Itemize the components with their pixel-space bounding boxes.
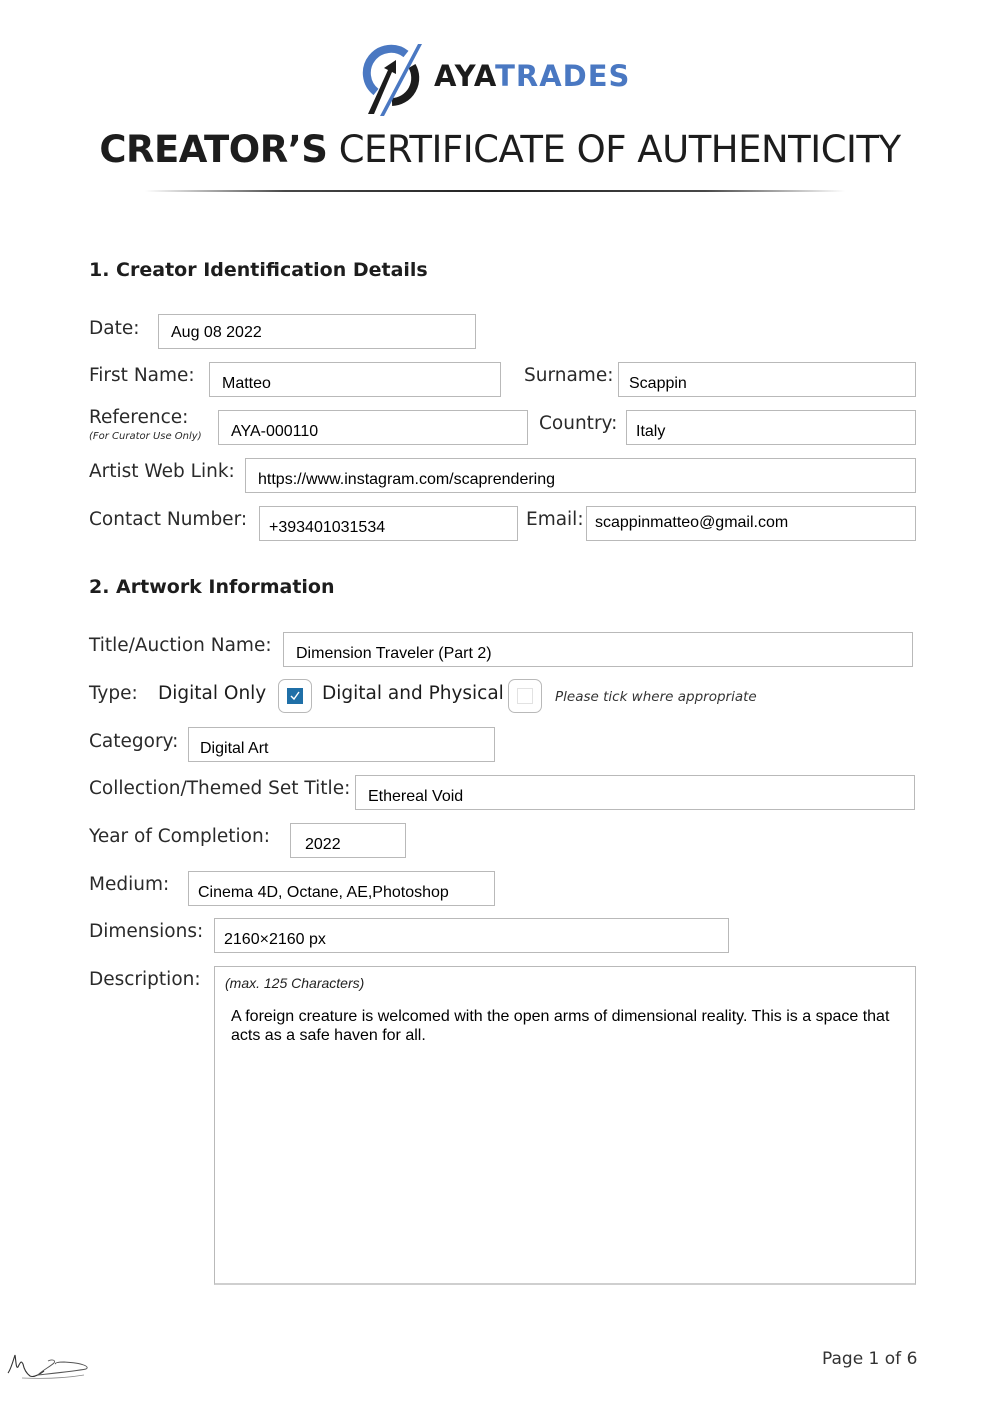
aya-trades-logo-icon bbox=[362, 44, 422, 116]
checkmark-icon bbox=[290, 691, 300, 701]
surname-value: Scappin bbox=[629, 375, 687, 392]
category-field[interactable]: Digital Art bbox=[188, 727, 495, 762]
reference-label: Reference: bbox=[89, 407, 189, 428]
document-title: CREATOR’S CERTIFICATE OF AUTHENTICITY bbox=[0, 128, 1000, 171]
country-label: Country: bbox=[539, 413, 618, 434]
year-value: 2022 bbox=[305, 836, 341, 853]
first-name-field[interactable]: Matteo bbox=[209, 362, 501, 397]
contact-number-field[interactable]: +393401031534 bbox=[259, 506, 518, 541]
date-field[interactable]: Aug 08 2022 bbox=[158, 314, 476, 349]
type-option-digital-physical-label: Digital and Physical bbox=[322, 683, 504, 704]
brand-name-part2: TRADES bbox=[495, 59, 631, 93]
digital-only-checkbox[interactable] bbox=[278, 679, 312, 713]
title-light: CERTIFICATE OF AUTHENTICITY bbox=[338, 128, 901, 171]
brand-wordmark: AYATRADES bbox=[434, 59, 630, 93]
year-label: Year of Completion: bbox=[89, 826, 270, 847]
web-link-value: https://www.instagram.com/scaprendering bbox=[258, 471, 556, 488]
date-label: Date: bbox=[89, 318, 140, 339]
title-auction-label: Title/Auction Name: bbox=[89, 635, 272, 656]
reference-field[interactable]: AYA-000110 bbox=[218, 410, 528, 445]
web-link-label: Artist Web Link: bbox=[89, 461, 235, 482]
email-value: scappinmatteo@gmail.com bbox=[595, 514, 789, 531]
title-auction-field[interactable]: Dimension Traveler (Part 2) bbox=[283, 632, 913, 667]
collection-field[interactable]: Ethereal Void bbox=[355, 775, 915, 810]
contact-number-value: +393401031534 bbox=[269, 519, 386, 536]
description-textarea[interactable]: (max. 125 Characters) A foreign creature… bbox=[214, 966, 916, 1285]
medium-field[interactable]: Cinema 4D, Octane, AE,Photoshop bbox=[188, 871, 495, 906]
web-link-field[interactable]: https://www.instagram.com/scaprendering bbox=[245, 458, 916, 493]
description-label: Description: bbox=[89, 969, 201, 990]
type-option-digital-only-label: Digital Only bbox=[158, 683, 267, 704]
surname-field[interactable]: Scappin bbox=[618, 362, 916, 397]
page-number: Page 1 of 6 bbox=[822, 1349, 918, 1369]
title-divider bbox=[145, 190, 845, 192]
type-label: Type: bbox=[89, 683, 138, 704]
category-value: Digital Art bbox=[200, 740, 269, 757]
country-value: Italy bbox=[636, 423, 666, 440]
section-heading-creator-identification: 1. Creator Identification Details bbox=[89, 259, 428, 281]
checkbox-checked-fill bbox=[287, 688, 303, 704]
brand-name-part1: AYA bbox=[434, 59, 496, 93]
country-field[interactable]: Italy bbox=[626, 410, 916, 445]
description-hint: (max. 125 Characters) bbox=[225, 975, 365, 991]
medium-value: Cinema 4D, Octane, AE,Photoshop bbox=[198, 884, 449, 901]
description-value: A foreign creature is welcomed with the … bbox=[231, 1008, 890, 1044]
category-label: Category: bbox=[89, 731, 179, 752]
title-bold: CREATOR’S bbox=[99, 128, 328, 171]
brand-logo: AYATRADES bbox=[362, 40, 642, 116]
collection-value: Ethereal Void bbox=[368, 788, 464, 805]
dimensions-value: 2160×2160 px bbox=[224, 931, 326, 948]
digital-physical-checkbox[interactable] bbox=[508, 679, 542, 713]
signature-icon bbox=[7, 1354, 88, 1379]
email-field[interactable]: scappinmatteo@gmail.com bbox=[586, 506, 916, 541]
section-heading-artwork-information: 2. Artwork Information bbox=[89, 576, 335, 598]
medium-label: Medium: bbox=[89, 874, 170, 895]
first-name-value: Matteo bbox=[222, 375, 271, 392]
date-value: Aug 08 2022 bbox=[171, 324, 262, 341]
checkbox-empty bbox=[517, 688, 533, 704]
type-hint: Please tick where appropriate bbox=[555, 689, 757, 705]
dimensions-label: Dimensions: bbox=[89, 921, 204, 942]
contact-number-label: Contact Number: bbox=[89, 509, 248, 530]
reference-sublabel: (For Curator Use Only) bbox=[89, 431, 202, 442]
year-field[interactable]: 2022 bbox=[290, 823, 406, 858]
first-name-label: First Name: bbox=[89, 365, 195, 386]
surname-label: Surname: bbox=[524, 365, 614, 386]
dimensions-field[interactable]: 2160×2160 px bbox=[214, 918, 729, 953]
reference-value: AYA-000110 bbox=[231, 423, 319, 440]
email-label: Email: bbox=[526, 509, 584, 530]
title-auction-value: Dimension Traveler (Part 2) bbox=[296, 645, 492, 662]
collection-label: Collection/Themed Set Title: bbox=[89, 778, 351, 799]
